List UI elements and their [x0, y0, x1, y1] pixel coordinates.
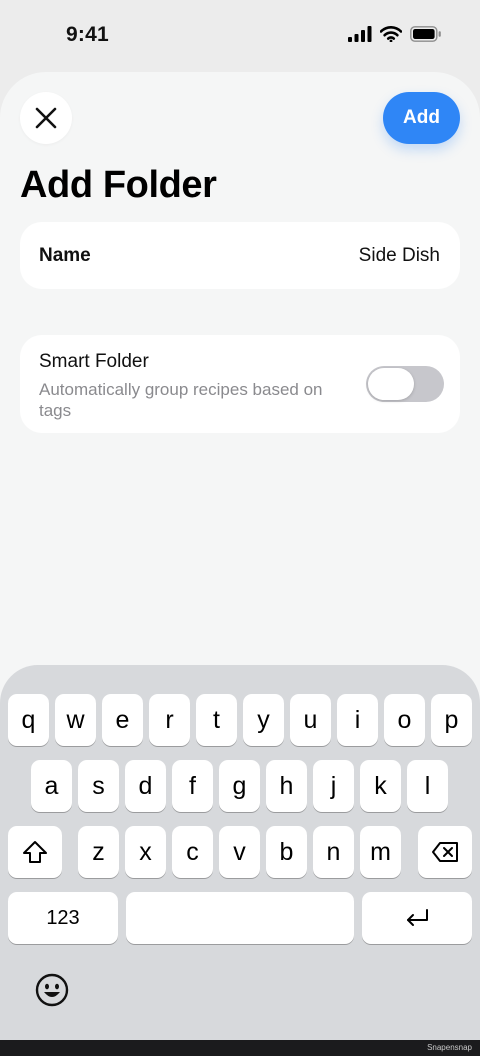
status-bar: 9:41 [0, 0, 480, 72]
smart-folder-title: Smart Folder [39, 351, 149, 372]
add-button[interactable]: Add [383, 92, 460, 144]
page-title: Add Folder [20, 164, 217, 206]
backspace-icon [432, 842, 458, 862]
space-key[interactable] [126, 892, 354, 944]
status-time: 9:41 [66, 23, 109, 46]
key-k[interactable]: k [360, 760, 401, 812]
key-m[interactable]: m [360, 826, 401, 878]
key-g[interactable]: g [219, 760, 260, 812]
emoji-icon [35, 973, 69, 1007]
shift-arrow-icon [23, 841, 47, 863]
status-icons [348, 26, 442, 42]
smart-folder-toggle[interactable] [366, 366, 444, 402]
key-y[interactable]: y [243, 694, 284, 746]
key-j[interactable]: j [313, 760, 354, 812]
watermark: Snapensnap [427, 1043, 472, 1052]
name-input[interactable]: Side Dish [359, 245, 440, 267]
shift-key[interactable] [8, 826, 62, 878]
key-h[interactable]: h [266, 760, 307, 812]
bottom-bar: Snapensnap [0, 1040, 480, 1056]
delete-key[interactable] [418, 826, 472, 878]
key-u[interactable]: u [290, 694, 331, 746]
key-c[interactable]: c [172, 826, 213, 878]
key-w[interactable]: w [55, 694, 96, 746]
key-i[interactable]: i [337, 694, 378, 746]
key-p[interactable]: p [431, 694, 472, 746]
key-a[interactable]: a [31, 760, 72, 812]
key-r[interactable]: r [149, 694, 190, 746]
key-v[interactable]: v [219, 826, 260, 878]
numbers-key[interactable]: 123 [8, 892, 118, 944]
keyboard: qwertyuiop asdfghjkl zxcvbnm 123 [0, 665, 480, 1040]
name-label: Name [39, 244, 91, 266]
name-field-row[interactable]: Name Side Dish [20, 222, 460, 289]
key-z[interactable]: z [78, 826, 119, 878]
key-e[interactable]: e [102, 694, 143, 746]
key-t[interactable]: t [196, 694, 237, 746]
key-l[interactable]: l [407, 760, 448, 812]
key-n[interactable]: n [313, 826, 354, 878]
emoji-button[interactable] [34, 972, 70, 1008]
cellular-signal-icon [348, 26, 372, 42]
key-d[interactable]: d [125, 760, 166, 812]
key-b[interactable]: b [266, 826, 307, 878]
key-x[interactable]: x [125, 826, 166, 878]
key-q[interactable]: q [8, 694, 49, 746]
smart-folder-description: Automatically group recipes based on tag… [39, 380, 323, 420]
close-button[interactable] [20, 92, 72, 144]
wifi-icon [380, 26, 402, 42]
smart-folder-row: Smart Folder Automatically group recipes… [20, 335, 460, 433]
battery-icon [410, 26, 441, 42]
key-o[interactable]: o [384, 694, 425, 746]
key-s[interactable]: s [78, 760, 119, 812]
close-icon [35, 107, 57, 129]
key-f[interactable]: f [172, 760, 213, 812]
return-key[interactable] [362, 892, 472, 944]
toggle-knob [368, 368, 414, 400]
return-icon [407, 909, 428, 926]
